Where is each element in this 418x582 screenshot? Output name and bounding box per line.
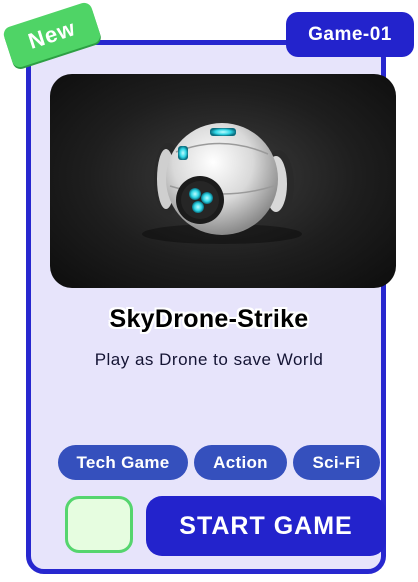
tag-action[interactable]: Action <box>194 445 287 480</box>
game-id-label: Game-01 <box>308 23 392 45</box>
start-game-label: START GAME <box>179 511 353 540</box>
tag-list: Tech Game Action Sci-Fi <box>58 445 380 480</box>
game-image <box>50 74 396 288</box>
game-id-badge: Game-01 <box>286 12 414 57</box>
game-subtitle: Play as Drone to save World <box>94 350 324 369</box>
tag-tech-game[interactable]: Tech Game <box>58 445 188 480</box>
drone-icon <box>142 123 302 244</box>
new-label: New <box>25 15 79 54</box>
tag-sci-fi[interactable]: Sci-Fi <box>293 445 380 480</box>
start-game-button[interactable]: START GAME <box>146 496 386 556</box>
game-title: SkyDrone-Strike <box>109 305 309 333</box>
secondary-button[interactable] <box>65 496 133 553</box>
